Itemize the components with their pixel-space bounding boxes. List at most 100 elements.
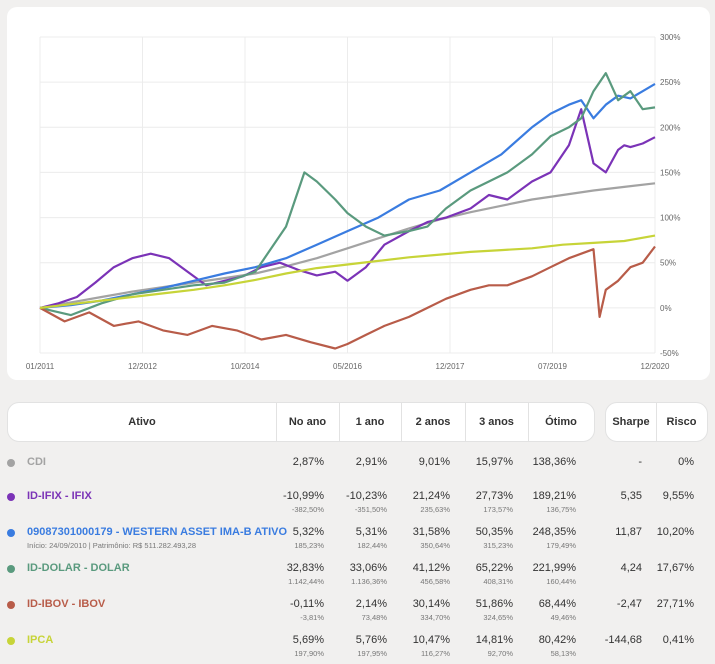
cell-um-ano: 2,14% (355, 598, 387, 610)
table-row: 09087301000179 - WESTERN ASSET IMA-B ATI… (0, 520, 715, 556)
cell-dois-anos-relative: 116,27% (420, 649, 450, 658)
cell-dois-anos-relative: 235,63% (420, 505, 450, 514)
cell-otimo: 221,99% (532, 562, 576, 574)
cell-dois-anos-relative: 334,70% (420, 613, 450, 622)
cell-tres-anos: 51,86% (475, 598, 513, 610)
table-row: ID-IBOV - IBOV -0,11% -3,81% 2,14% 73,48% 30,… (0, 592, 715, 628)
comparison-table: Ativo No ano 1 ano 2 anos 3 anos Ótimo S… (0, 398, 715, 660)
cell-otimo: 80,42% (538, 634, 576, 646)
cell-dois-anos-relative: 350,64% (420, 541, 450, 550)
cell-otimo-relative: 49,46% (550, 613, 576, 622)
cell-tres-anos-relative: 324,65% (483, 613, 513, 622)
table-row: ID-DOLAR - DOLAR 32,83% 1.142,44% 33,06% 1.1… (0, 556, 715, 592)
series-color-dot (7, 459, 15, 467)
cell-sharpe: -144,68 (604, 634, 642, 646)
cell-sharpe: 5,35 (620, 490, 642, 502)
cell-tres-anos-relative: 173,57% (483, 505, 513, 514)
cell-no-ano: 5,69% (292, 634, 324, 646)
y-tick-label: 300% (660, 33, 680, 42)
cell-tres-anos-relative: 92,70% (487, 649, 513, 658)
series-color-dot (7, 529, 15, 537)
cell-risco: 17,67% (656, 562, 694, 574)
cell-otimo: 138,36% (532, 456, 576, 468)
cell-um-ano-relative: 73,48% (361, 613, 387, 622)
cell-risco: 10,20% (656, 526, 694, 538)
cell-no-ano-relative: -382,50% (291, 505, 324, 514)
cell-otimo-relative: 136,75% (546, 505, 576, 514)
x-tick-label: 12/2020 (641, 362, 670, 371)
cell-risco: 9,55% (662, 490, 694, 502)
cell-sharpe: -2,47 (616, 598, 642, 610)
cell-no-ano: 5,32% (292, 526, 324, 538)
cell-no-ano-relative: 185,23% (294, 541, 324, 550)
cell-risco: 27,71% (656, 598, 694, 610)
cell-otimo: 68,44% (538, 598, 576, 610)
x-tick-label: 10/2014 (231, 362, 260, 371)
cell-otimo-relative: 179,49% (546, 541, 576, 550)
cell-dois-anos-relative: 456,58% (420, 577, 450, 586)
header-1-ano: 1 ano (355, 416, 385, 428)
asset-name[interactable]: 09087301000179 - WESTERN ASSET IMA-B ATI… (27, 526, 287, 538)
cell-risco: 0% (678, 456, 694, 468)
cell-risco: 0,41% (662, 634, 694, 646)
cell-um-ano: 5,31% (355, 526, 387, 538)
cell-dois-anos: 31,58% (412, 526, 450, 538)
cell-tres-anos: 27,73% (475, 490, 513, 502)
cell-no-ano: 2,87% (292, 456, 324, 468)
chart-card: 300% 250% 200% 150% 100% 50% 0% -50% 01/2011 12/… (7, 7, 710, 380)
header-otimo: Ótimo (545, 416, 577, 428)
cell-no-ano: -0,11% (289, 598, 324, 610)
series-color-dot (7, 493, 15, 501)
y-tick-label: 200% (660, 123, 680, 132)
series-color-dot (7, 601, 15, 609)
asset-name: CDI (27, 456, 46, 468)
cell-um-ano: 33,06% (349, 562, 387, 574)
cell-tres-anos-relative: 315,23% (483, 541, 513, 550)
asset-name: ID-DOLAR - DOLAR (27, 562, 130, 574)
cell-um-ano: -10,23% (346, 490, 387, 502)
header-sharpe: Sharpe (612, 416, 650, 428)
asset-name: IPCA (27, 634, 54, 646)
table-header-main: Ativo No ano 1 ano 2 anos 3 anos Ótimo (7, 402, 595, 442)
header-3-anos: 3 anos (479, 416, 514, 428)
table-row: ID-IFIX - IFIX -10,99% -382,50% -10,23% -351… (0, 484, 715, 520)
cell-dois-anos: 41,12% (412, 562, 450, 574)
cell-um-ano-relative: 1.136,36% (351, 577, 387, 586)
asset-name: ID-IFIX - IFIX (27, 490, 92, 502)
y-tick-label: -50% (660, 349, 679, 358)
y-tick-label: 50% (660, 259, 676, 268)
cell-tres-anos: 15,97% (475, 456, 513, 468)
cell-otimo-relative: 160,44% (546, 577, 576, 586)
cell-sharpe: - (638, 456, 642, 468)
x-tick-label: 07/2019 (538, 362, 567, 371)
series-color-dot (7, 565, 15, 573)
cell-tres-anos-relative: 408,31% (483, 577, 513, 586)
cell-um-ano-relative: 197,95% (357, 649, 387, 658)
y-tick-label: 150% (660, 168, 680, 177)
cell-um-ano: 5,76% (355, 634, 387, 646)
y-tick-label: 0% (660, 304, 672, 313)
cell-um-ano-relative: -351,50% (354, 505, 387, 514)
cell-sharpe: 4,24 (620, 562, 642, 574)
cell-dois-anos: 21,24% (412, 490, 450, 502)
header-no-ano: No ano (288, 416, 327, 428)
series-color-dot (7, 637, 15, 645)
x-tick-label: 05/2016 (333, 362, 362, 371)
cell-um-ano-relative: 182,44% (357, 541, 387, 550)
cell-no-ano-relative: 1.142,44% (288, 577, 324, 586)
cell-no-ano-relative: -3,81% (300, 613, 324, 622)
asset-details: Início: 24/09/2010 | Patrimônio: R$ 511.… (27, 541, 197, 550)
performance-line-chart: 300% 250% 200% 150% 100% 50% 0% -50% 01/2011 12/… (26, 33, 681, 371)
cell-sharpe: 11,87 (615, 526, 642, 538)
y-tick-label: 100% (660, 214, 680, 223)
cell-no-ano-relative: 197,90% (294, 649, 324, 658)
cell-otimo: 189,21% (532, 490, 576, 502)
x-tick-label: 12/2012 (128, 362, 157, 371)
header-2-anos: 2 anos (415, 416, 451, 428)
cell-um-ano: 2,91% (355, 456, 387, 468)
cell-tres-anos: 50,35% (475, 526, 513, 538)
cell-dois-anos: 10,47% (412, 634, 450, 646)
y-tick-label: 250% (660, 78, 680, 87)
cell-dois-anos: 30,14% (412, 598, 450, 610)
cell-otimo-relative: 58,13% (550, 649, 576, 658)
